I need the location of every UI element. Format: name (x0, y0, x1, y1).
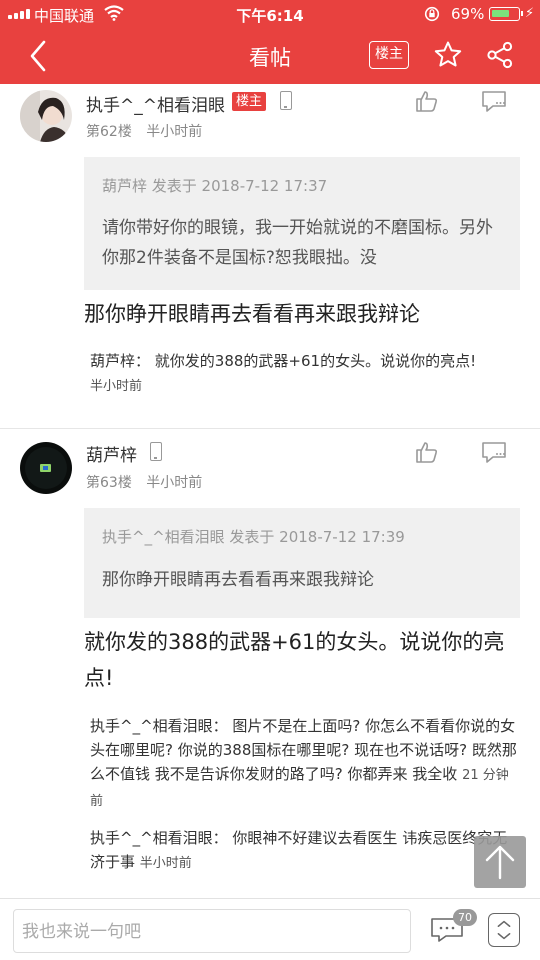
reply-time: 半小时前 (90, 379, 143, 394)
battery-level (492, 10, 509, 17)
charging-icon: ⚡ (525, 6, 535, 21)
post-time: 半小时前 (146, 124, 203, 140)
quote-header: 执手^_^相看泪眼 发表于 2018-7-12 17:39 (102, 528, 405, 546)
top-bar: 中国联通 下午6:14 69% ⚡ 看帖 楼主 (0, 0, 540, 84)
quote-body: 请你带好你的眼镜，我一开始就说的不磨国标。另外你那2件装备不是国标?恕我眼拙。没 (102, 218, 493, 268)
comment-count-badge: 70 (453, 909, 477, 926)
battery-icon (489, 7, 523, 21)
battery-percent: 69% (451, 5, 485, 23)
post-meta: 第62楼 半小时前 (86, 121, 202, 141)
reply-item: 执手^_^相看泪眼： 图片不是在上面吗? 你怎么不看看你说的女头在哪里呢? 你说… (90, 714, 520, 814)
mobile-device-icon (280, 91, 292, 110)
mobile-device-icon (150, 442, 162, 461)
share-icon[interactable] (485, 40, 515, 70)
reply-item: 葫芦梓： 就你发的388的武器+61的女头。说说你的亮点! 半小时前 (90, 349, 520, 399)
nav-bar: 看帖 楼主 (0, 28, 540, 84)
post-author[interactable]: 执手^_^相看泪眼 (86, 91, 225, 116)
status-bar: 中国联通 下午6:14 69% ⚡ (0, 0, 540, 28)
favorite-star-icon[interactable] (433, 40, 463, 70)
page-jump-icon[interactable] (488, 913, 520, 947)
host-only-button[interactable]: 楼主 (369, 41, 409, 69)
floor-number: 第62楼 (86, 124, 132, 140)
reply-input[interactable]: 我也来说一句吧 (13, 909, 411, 953)
post-author[interactable]: 葫芦梓 (86, 441, 137, 466)
arrow-up-icon (485, 845, 515, 880)
avatar[interactable] (20, 90, 72, 142)
reply-item: 执手^_^相看泪眼： 你眼神不好建议去看医生 讳疾忌医终究无济于事 半小时前 (90, 826, 520, 876)
avatar[interactable] (20, 442, 72, 494)
bottom-bar: 我也来说一句吧 70 (0, 898, 540, 960)
reply-author[interactable]: 葫芦梓： (90, 352, 150, 370)
quote-header: 葫芦梓 发表于 2018-7-12 17:37 (102, 177, 328, 195)
reply-time: 半小时前 (139, 856, 192, 871)
post-divider (0, 428, 540, 429)
quoted-post: 葫芦梓 发表于 2018-7-12 17:37 请你带好你的眼镜，我一开始就说的… (84, 157, 520, 290)
reply-author[interactable]: 执手^_^相看泪眼： (90, 829, 228, 847)
post-content: 就你发的388的武器+61的女头。说说你的亮点! (84, 630, 505, 690)
rotation-lock-icon (424, 6, 440, 22)
like-icon[interactable] (414, 440, 440, 464)
host-badge: 楼主 (232, 92, 267, 111)
quoted-post: 执手^_^相看泪眼 发表于 2018-7-12 17:39 那你睁开眼睛再去看看… (84, 508, 520, 618)
floor-number: 第63楼 (86, 475, 132, 491)
reply-text: 就你发的388的武器+61的女头。说说你的亮点! (154, 352, 477, 370)
post-content: 那你睁开眼睛再去看看再来跟我辩论 (84, 302, 420, 326)
post-meta: 第63楼 半小时前 (86, 472, 202, 492)
post-time: 半小时前 (146, 475, 203, 491)
scroll-to-top-button[interactable] (474, 836, 526, 888)
comment-icon[interactable] (480, 440, 508, 464)
quote-body: 那你睁开眼睛再去看看再来跟我辩论 (102, 570, 374, 590)
like-icon[interactable] (414, 89, 440, 113)
comment-icon[interactable] (480, 89, 508, 113)
reply-author[interactable]: 执手^_^相看泪眼： (90, 717, 228, 735)
